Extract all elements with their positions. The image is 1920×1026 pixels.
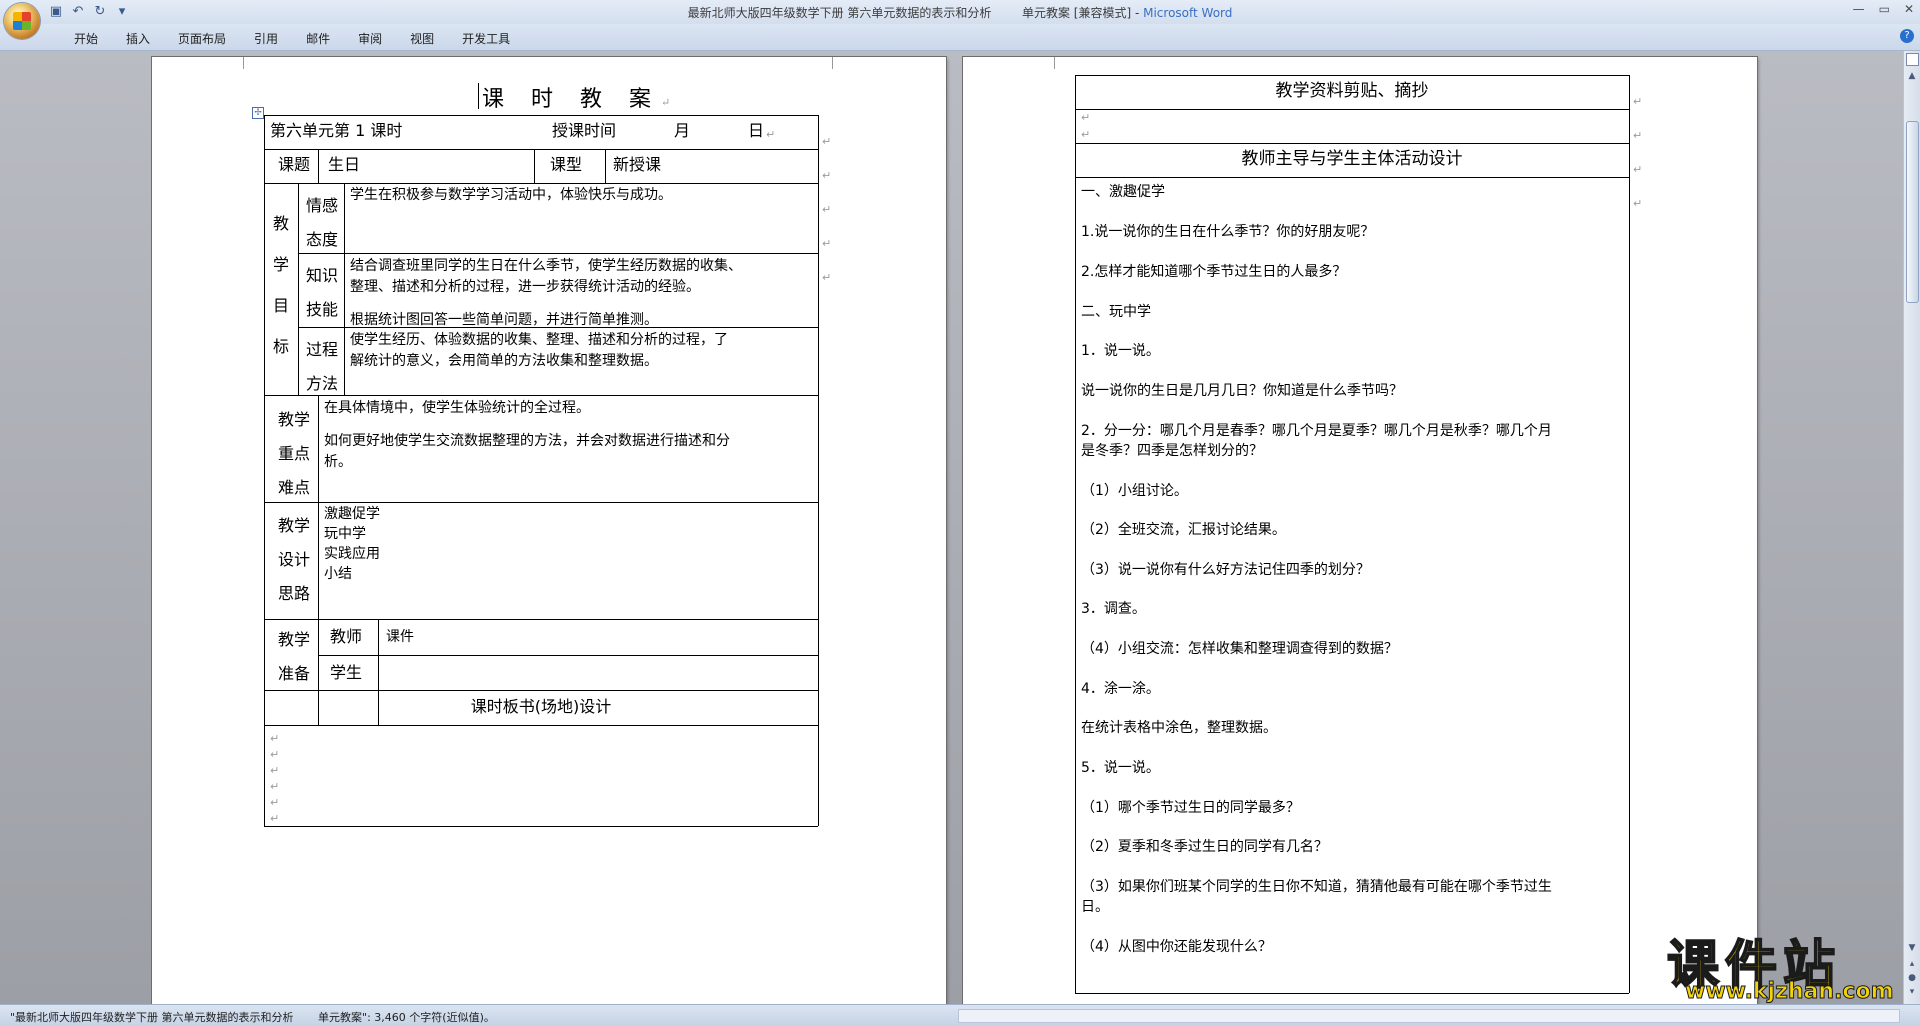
clippings-area[interactable]: ↵ ↵ <box>1081 109 1090 143</box>
office-logo-icon <box>13 12 31 30</box>
activity-line: 说一说你的生日是几月几日？你知道是什么季节吗？ <box>1081 383 1403 399</box>
status-doc-info: "最新北师大版四年级数学下册 第六单元数据的表示和分析 单元教案": 3,460… <box>10 1009 495 1025</box>
process-label: 过程 方法 <box>306 340 339 393</box>
activity-line: 5．说一说。 <box>1081 760 1160 776</box>
tab-references[interactable]: 引用 <box>240 30 292 47</box>
activity-line: 4．涂一涂。 <box>1081 681 1160 697</box>
activity-line: （3）说一说你有什么好方法记住四季的划分？ <box>1081 562 1370 578</box>
watermark-url: www.kjzhan.com <box>1685 979 1895 1005</box>
page-1[interactable]: 课 时 教 案↵ ✢ 第六单元第 1 课时 授课时间 月 日 ↵ 课题 生日 课… <box>152 57 946 1004</box>
scroll-thumb[interactable] <box>1906 121 1919 303</box>
site-watermark-logo: 课件站 www.kjzhan.com <box>1666 923 1913 1006</box>
tab-page-layout[interactable]: 页面布局 <box>164 30 240 47</box>
ruler-toggle-icon[interactable] <box>1906 53 1919 66</box>
page-title-text: 课 时 教 案 <box>482 87 661 112</box>
page-2[interactable]: 教学资料剪贴、摘抄 ↵ ↵ 教师主导与学生主体活动设计 一、激趣促学 1.说一说你… <box>963 57 1757 1004</box>
status-bar: "最新北师大版四年级数学下册 第六单元数据的表示和分析 单元教案": 3,460… <box>0 1004 1920 1026</box>
design-item: 小结 <box>324 566 352 582</box>
page-title: 课 时 教 案↵ <box>478 81 680 113</box>
activity-line: 是冬季？四季是怎样划分的？ <box>1081 443 1263 459</box>
row-end-marks: ↵ ↵ ↵ ↵ <box>1633 95 1643 210</box>
prep-label: 教学 准备 <box>278 630 311 683</box>
activity-line: （3）如果你们班某个同学的生日你不知道，猜猜他最有可能在哪个季节过生 <box>1081 879 1552 895</box>
activity-line: （2）夏季和冬季过生日的同学有几名？ <box>1081 839 1328 855</box>
tab-developer[interactable]: 开发工具 <box>448 30 524 47</box>
maximize-icon[interactable]: ▭ <box>1879 2 1890 16</box>
activity-line: 一、激趣促学 <box>1081 184 1165 200</box>
tab-view[interactable]: 视图 <box>396 30 448 47</box>
tab-home[interactable]: 开始 <box>60 30 112 47</box>
activity-line: 1.说一说你的生日在什么季节？你的好朋友呢？ <box>1081 224 1375 240</box>
topic-label: 课题 <box>278 155 311 174</box>
vertical-scrollbar[interactable]: ▲ ▼ ▴ ● ▾ <box>1903 51 1920 1004</box>
close-icon[interactable]: ✕ <box>1904 2 1914 16</box>
activity-line: 日。 <box>1081 899 1109 915</box>
activity-line: 3．调查。 <box>1081 601 1146 617</box>
student-label: 学生 <box>330 663 363 682</box>
knowledge-label: 知识 技能 <box>306 266 339 319</box>
knowledge-goal: 结合调查班里同学的生日在什么季节，使学生经历数据的收集、 整理、描述和分析的过程… <box>350 258 742 328</box>
clippings-header: 教学资料剪贴、摘抄 <box>1275 81 1429 101</box>
activity-line: 1．说一说。 <box>1081 343 1160 359</box>
window-title: 最新北师大版四年级数学下册 第六单元数据的表示和分析 单元教案 [兼容模式] -… <box>0 4 1920 21</box>
focus-label: 教学 重点 难点 <box>278 410 311 497</box>
design-items: 激趣促学 玩中学 实践应用 小结 <box>324 504 380 584</box>
activity-line: （2）全班交流，汇报讨论结果。 <box>1081 522 1286 538</box>
tab-mailings[interactable]: 邮件 <box>292 30 344 47</box>
emotion-label: 情感 态度 <box>306 196 339 249</box>
type-label: 课型 <box>550 155 583 174</box>
window-app-name: Microsoft Word <box>1143 6 1233 20</box>
activity-line: （4）小组交流：怎样收集和整理调查得到的数据？ <box>1081 641 1398 657</box>
tab-insert[interactable]: 插入 <box>112 30 164 47</box>
teacher-prep: 课件 <box>386 629 414 645</box>
minimize-icon[interactable]: — <box>1853 2 1865 16</box>
title-bar: ▣ ↶ ↻ ▾ 最新北师大版四年级数学下册 第六单元数据的表示和分析 单元教案 … <box>0 0 1920 39</box>
goals-side-label: 教 学 目 标 <box>272 214 289 356</box>
topic-value: 生日 <box>328 155 361 174</box>
window-controls: — ▭ ✕ <box>1853 2 1914 16</box>
unit-lesson: 第六单元第 1 课时 <box>270 121 403 140</box>
office-button[interactable] <box>4 3 40 39</box>
help-icon[interactable]: ? <box>1900 29 1914 43</box>
window-doc-name: 最新北师大版四年级数学下册 第六单元数据的表示和分析 <box>687 6 992 20</box>
activity-line: 在统计表格中涂色，整理数据。 <box>1081 720 1277 736</box>
design-item: 激趣促学 <box>324 506 380 522</box>
table-move-handle-icon[interactable]: ✢ <box>252 107 264 119</box>
design-item: 玩中学 <box>324 526 366 542</box>
activity-line: （1）小组讨论。 <box>1081 483 1188 499</box>
teaching-time-label: 授课时间 <box>552 121 617 140</box>
row-end-marks: ↵ ↵ ↵ ↵ ↵ <box>822 135 832 284</box>
tab-review[interactable]: 审阅 <box>344 30 396 47</box>
activity-line: （4）从图中你还能发现什么？ <box>1081 939 1272 955</box>
scroll-up-icon[interactable]: ▲ <box>1904 69 1920 83</box>
window-doc-suffix: 单元教案 [兼容模式] - <box>1021 6 1140 20</box>
teacher-label: 教师 <box>330 627 363 646</box>
activity-header: 教师主导与学生主体活动设计 <box>1241 149 1463 169</box>
activity-line: 2．分一分：哪几个月是春季？哪几个月是夏季？哪几个月是秋季？哪几个月 <box>1081 423 1552 439</box>
day-label: 日 <box>748 121 765 140</box>
process-goal: 使学生经历、体验数据的收集、整理、描述和分析的过程，了 解统计的意义，会用简单的… <box>350 332 728 369</box>
board-design-title: 课时板书(场地)设计 <box>470 697 612 716</box>
status-doc-name: "最新北师大版四年级数学下册 第六单元数据的表示和分析 <box>10 1011 294 1024</box>
activity-line: 2.怎样才能知道哪个季节过生日的人最多？ <box>1081 264 1347 280</box>
type-value: 新授课 <box>613 155 662 174</box>
design-item: 实践应用 <box>324 546 380 562</box>
month-label: 月 <box>674 121 691 140</box>
document-workspace: 课 时 教 案↵ ✢ 第六单元第 1 课时 授课时间 月 日 ↵ 课题 生日 课… <box>0 51 1904 1004</box>
emotion-goal: 学生在积极参与数学学习活动中，体验快乐与成功。 <box>350 187 672 203</box>
activity-line: （1）哪个季节过生日的同学最多？ <box>1081 800 1300 816</box>
activity-line: 二、玩中学 <box>1081 304 1151 320</box>
board-design-area[interactable]: ↵ ↵ ↵ ↵ ↵ ↵ <box>270 731 279 827</box>
design-label: 教学 设计 思路 <box>278 516 311 603</box>
focus-content: 在具体情境中，使学生体验统计的全过程。 如何更好地使学生交流数据整理的方法，并会… <box>324 400 730 470</box>
ribbon-tabs: 开始 插入 页面布局 引用 邮件 审阅 视图 开发工具 ? <box>0 24 1920 51</box>
status-char-count[interactable]: 单元教案": 3,460 个字符(近似值)。 <box>318 1011 495 1024</box>
horizontal-scrollbar[interactable] <box>958 1009 1900 1023</box>
